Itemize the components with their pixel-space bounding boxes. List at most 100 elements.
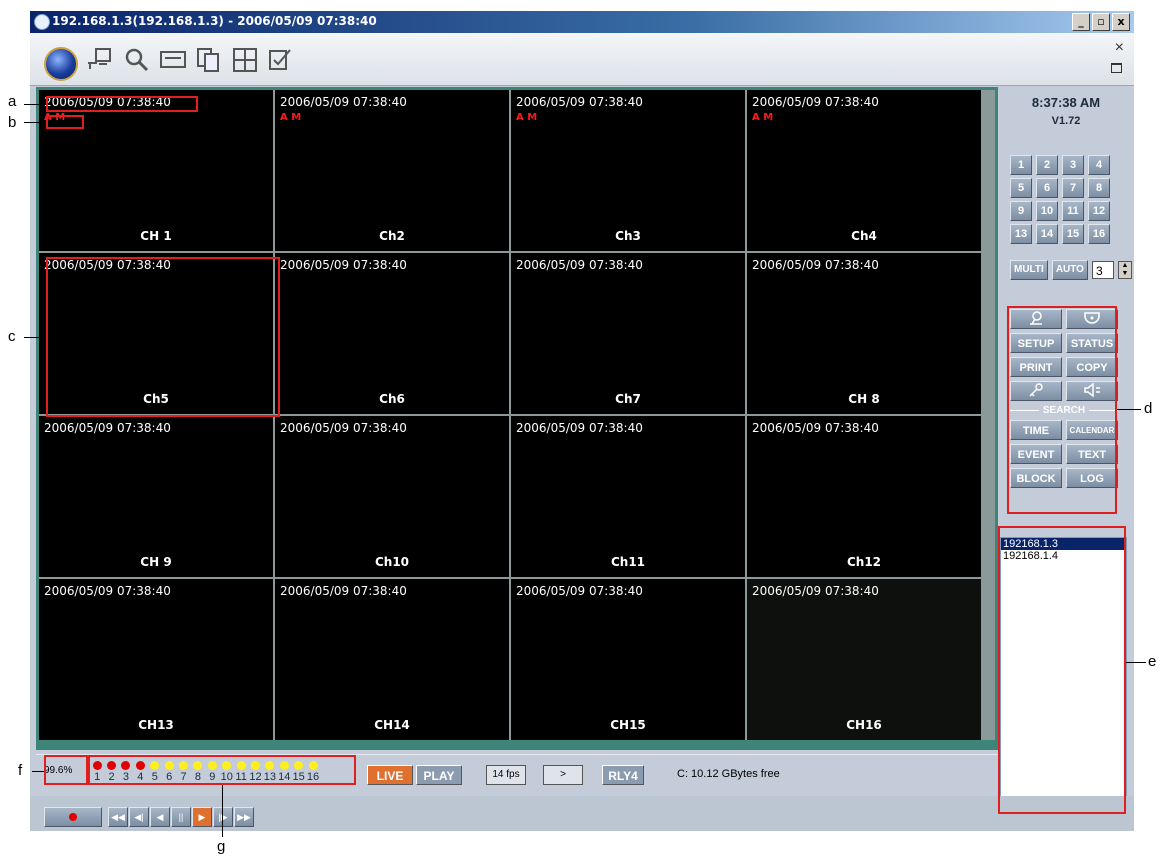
annotation-leader [1117, 409, 1141, 410]
channel-button-15[interactable]: 15 [1062, 224, 1084, 244]
annotation-leader [32, 771, 44, 772]
timestamp-overlay: 2006/05/09 07:38:40 [280, 95, 407, 109]
channel-label: CH 8 [848, 392, 880, 406]
display-icon[interactable] [158, 45, 188, 75]
timestamp-overlay: 2006/05/09 07:38:40 [752, 95, 879, 109]
view-mode-row: MULTI AUTO 3 ▲ ▼ [1010, 260, 1132, 280]
annotation-box-g [88, 755, 356, 785]
step-back-button[interactable]: ◀| [129, 807, 149, 827]
camera-view-14[interactable]: 2006/05/09 07:38:40 CH14 [275, 579, 509, 740]
channel-label: Ch6 [379, 392, 405, 406]
layout-grid-icon[interactable] [230, 45, 260, 75]
camera-view-16[interactable]: 2006/05/09 07:38:40 CH16 [747, 579, 981, 740]
camera-view-11[interactable]: 2006/05/09 07:38:40 Ch11 [511, 416, 745, 577]
channel-button-6[interactable]: 6 [1036, 178, 1058, 198]
annotation-leader [222, 785, 223, 837]
connect-icon[interactable] [86, 45, 116, 75]
play-button[interactable]: PLAY [416, 765, 462, 785]
alarm-motion-indicator: A M [752, 112, 774, 123]
channel-button-2[interactable]: 2 [1036, 155, 1058, 175]
channel-button-16[interactable]: 16 [1088, 224, 1110, 244]
auto-interval-input[interactable]: 3 [1091, 261, 1114, 279]
playback-bar: ◀◀ ◀| ◀ || ▶ |▶ ▶▶ [30, 796, 1134, 831]
search-icon[interactable] [122, 45, 152, 75]
channel-button-13[interactable]: 13 [1010, 224, 1032, 244]
annotation-leader [24, 122, 46, 123]
minimize-button[interactable]: _ [1072, 13, 1090, 31]
app-icon [34, 14, 50, 30]
channel-button-8[interactable]: 8 [1088, 178, 1110, 198]
play-forward-button[interactable]: ▶ [192, 807, 212, 827]
channel-label: Ch2 [379, 229, 405, 243]
channel-button-12[interactable]: 12 [1088, 201, 1110, 221]
annotation-label-g: g [217, 838, 226, 855]
timestamp-overlay: 2006/05/09 07:38:40 [44, 584, 171, 598]
relay-button[interactable]: RLY4 [602, 765, 644, 785]
channel-button-1[interactable]: 1 [1010, 155, 1032, 175]
annotation-label-c: c [8, 328, 16, 345]
auto-button[interactable]: AUTO [1051, 260, 1088, 280]
camera-view-6[interactable]: 2006/05/09 07:38:40 Ch6 [275, 253, 509, 414]
record-button[interactable] [44, 807, 102, 827]
channel-button-7[interactable]: 7 [1062, 178, 1084, 198]
documents-icon[interactable] [194, 45, 224, 75]
spinner-arrows-icon[interactable]: ▲ ▼ [1117, 261, 1132, 279]
channel-button-14[interactable]: 14 [1036, 224, 1058, 244]
next-button[interactable]: > [543, 765, 583, 785]
close-button[interactable]: x [1112, 13, 1130, 31]
dvr-window: 192.168.1.3(192.168.1.3) - 2006/05/09 07… [30, 11, 1134, 831]
camera-view-7[interactable]: 2006/05/09 07:38:40 Ch7 [511, 253, 745, 414]
globe-logo-icon[interactable] [44, 47, 78, 81]
channel-label: CH16 [846, 718, 882, 732]
camera-view-2[interactable]: 2006/05/09 07:38:40 A M Ch2 [275, 90, 509, 251]
step-forward-button[interactable]: |▶ [213, 807, 233, 827]
alarm-motion-indicator: A M [516, 112, 538, 123]
timestamp-overlay: 2006/05/09 07:38:40 [280, 584, 407, 598]
fast-rewind-button[interactable]: ◀◀ [108, 807, 128, 827]
camera-view-3[interactable]: 2006/05/09 07:38:40 A M Ch3 [511, 90, 745, 251]
multi-button[interactable]: MULTI [1010, 260, 1048, 280]
maximize-button[interactable]: ▫ [1092, 13, 1110, 31]
channel-button-3[interactable]: 3 [1062, 155, 1084, 175]
annotation-label-b: b [8, 114, 17, 131]
channel-button-10[interactable]: 10 [1036, 201, 1058, 221]
annotation-label-f: f [18, 762, 23, 779]
channel-label: Ch12 [846, 555, 882, 569]
close-icon[interactable]: × [1115, 39, 1124, 57]
live-button[interactable]: LIVE [367, 765, 413, 785]
fast-forward-button[interactable]: ▶▶ [234, 807, 254, 827]
camera-view-10[interactable]: 2006/05/09 07:38:40 Ch10 [275, 416, 509, 577]
window-controls: _ ▫ x [1072, 13, 1130, 31]
timestamp-overlay: 2006/05/09 07:38:40 [752, 421, 879, 435]
channel-button-11[interactable]: 11 [1062, 201, 1084, 221]
channel-button-5[interactable]: 5 [1010, 178, 1032, 198]
camera-view-12[interactable]: 2006/05/09 07:38:40 Ch12 [747, 416, 981, 577]
clock: 8:37:38 AM [1031, 95, 1101, 110]
reverse-play-button[interactable]: ◀ [150, 807, 170, 827]
title-bar: 192.168.1.3(192.168.1.3) - 2006/05/09 07… [30, 11, 1134, 33]
timestamp-overlay: 2006/05/09 07:38:40 [44, 421, 171, 435]
pause-button[interactable]: || [171, 807, 191, 827]
annotation-box-e [998, 526, 1126, 814]
annotation-leader [1126, 662, 1146, 663]
channel-button-9[interactable]: 9 [1010, 201, 1032, 221]
camera-view-8[interactable]: 2006/05/09 07:38:40 CH 8 [747, 253, 981, 414]
restore-icon[interactable] [1111, 63, 1122, 73]
channel-label: Ch10 [374, 555, 410, 569]
camera-view-13[interactable]: 2006/05/09 07:38:40 CH13 [39, 579, 273, 740]
annotation-leader [24, 104, 46, 105]
channel-label: Ch3 [615, 229, 641, 243]
camera-view-4[interactable]: 2006/05/09 07:38:40 A M Ch4 [747, 90, 981, 251]
timestamp-overlay: 2006/05/09 07:38:40 [280, 258, 407, 272]
channel-button-4[interactable]: 4 [1088, 155, 1110, 175]
timestamp-overlay: 2006/05/09 07:38:40 [516, 584, 643, 598]
camera-view-9[interactable]: 2006/05/09 07:38:40 CH 9 [39, 416, 273, 577]
window-title: 192.168.1.3(192.168.1.3) - 2006/05/09 07… [52, 14, 377, 28]
channel-buttons: 1 2 3 4 5 6 7 8 9 10 11 12 13 14 15 16 [1010, 155, 1110, 244]
camera-view-15[interactable]: 2006/05/09 07:38:40 CH15 [511, 579, 745, 740]
annotation-box-d [1007, 306, 1117, 514]
timestamp-overlay: 2006/05/09 07:38:40 [752, 258, 879, 272]
annotation-box-a [46, 96, 198, 112]
channel-label: CH15 [610, 718, 646, 732]
checklist-icon[interactable] [266, 45, 296, 75]
